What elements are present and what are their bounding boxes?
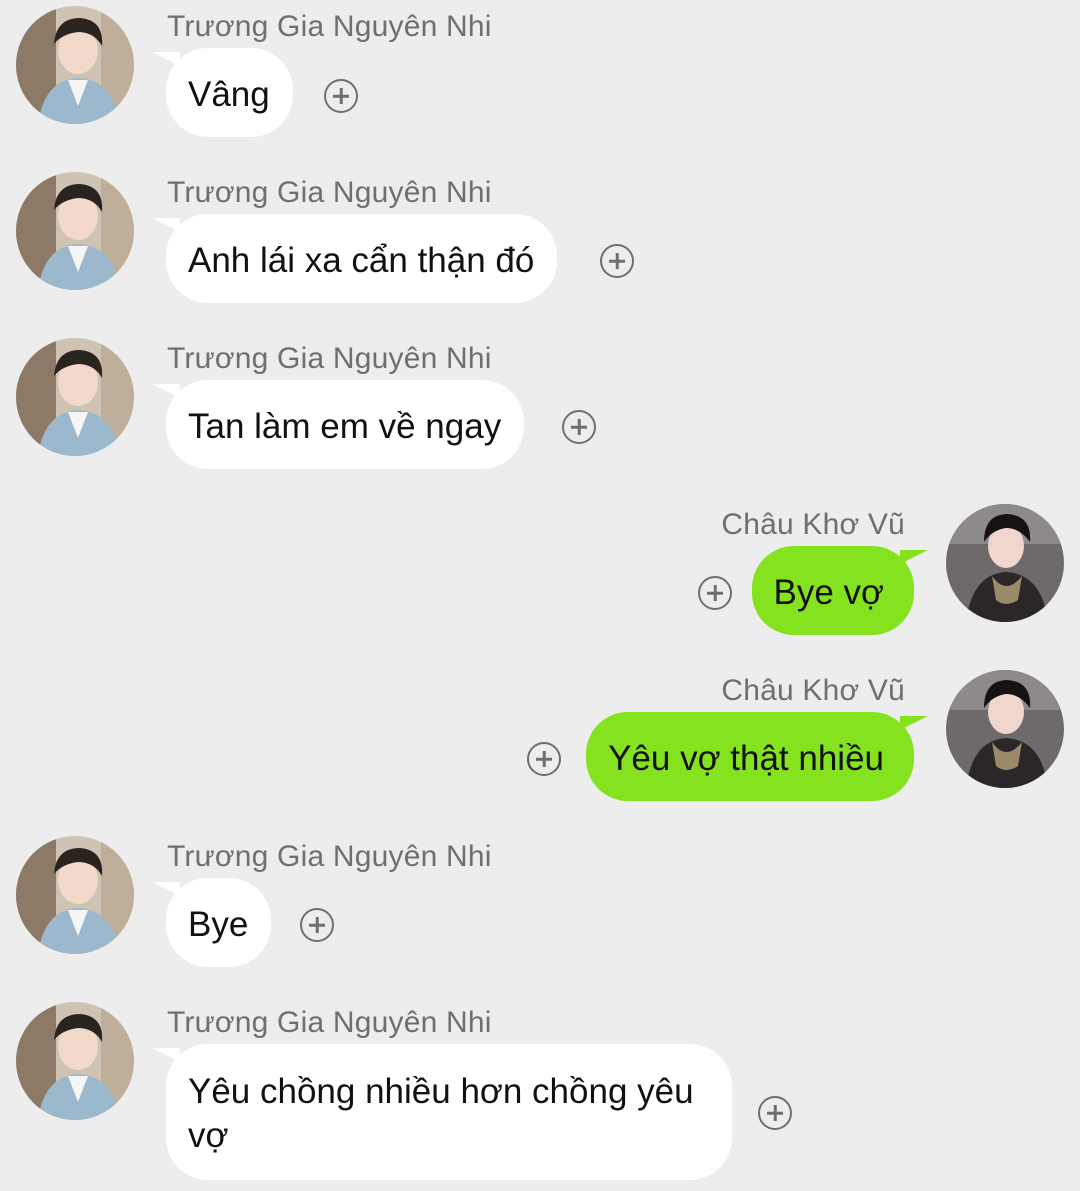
avatar[interactable] <box>16 172 134 290</box>
message-text: Anh lái xa cẩn thận đó <box>188 241 535 280</box>
message-bubble[interactable]: Bye <box>152 878 272 967</box>
sender-name: Trương Gia Nguyên Nhi <box>167 342 492 375</box>
message-row: Trương Gia Nguyên Nhi Anh lái xa cẩn thậ… <box>0 166 1080 316</box>
add-reaction-icon[interactable] <box>698 576 732 610</box>
add-reaction-icon[interactable] <box>600 244 634 278</box>
message-text: Vâng <box>188 75 270 114</box>
avatar[interactable] <box>16 836 134 954</box>
message-bubble[interactable]: Anh lái xa cẩn thận đó <box>152 214 558 303</box>
message-text: Bye vợ <box>773 573 885 612</box>
message-row: Châu Khơ Vũ Yêu vợ thật nhiều <box>0 666 1080 816</box>
sender-name: Châu Khơ Vũ <box>721 508 905 541</box>
message-bubble[interactable]: Yêu chồng nhiều hơn chồng yêu vợ <box>152 1044 732 1180</box>
sender-name: Trương Gia Nguyên Nhi <box>167 10 492 43</box>
avatar[interactable] <box>16 6 134 124</box>
message-text: Tan làm em về ngay <box>188 407 502 446</box>
sender-name: Trương Gia Nguyên Nhi <box>167 1006 492 1039</box>
avatar[interactable] <box>16 338 134 456</box>
message-row: Trương Gia Nguyên Nhi Vâng <box>0 0 1080 150</box>
message-text: Bye <box>188 905 249 944</box>
sender-name: Trương Gia Nguyên Nhi <box>167 840 492 873</box>
message-text: Yêu chồng nhiều hơn chồng yêu vợ <box>188 1072 694 1155</box>
add-reaction-icon[interactable] <box>562 410 596 444</box>
add-reaction-icon[interactable] <box>758 1096 792 1130</box>
message-bubble[interactable]: Yêu vợ thật nhiều <box>586 712 928 801</box>
add-reaction-icon[interactable] <box>300 908 334 942</box>
message-row: Trương Gia Nguyên Nhi Yêu chồng nhiều hơ… <box>0 996 1080 1186</box>
avatar[interactable] <box>16 1002 134 1120</box>
avatar[interactable] <box>946 670 1064 788</box>
add-reaction-icon[interactable] <box>324 79 358 113</box>
sender-name: Trương Gia Nguyên Nhi <box>167 176 492 209</box>
message-bubble[interactable]: Vâng <box>152 48 293 137</box>
sender-name: Châu Khơ Vũ <box>721 674 905 707</box>
message-bubble[interactable]: Tan làm em về ngay <box>152 380 525 469</box>
message-row: Châu Khơ Vũ Bye vợ <box>0 500 1080 650</box>
message-row: Trương Gia Nguyên Nhi Bye <box>0 830 1080 980</box>
message-text: Yêu vợ thật nhiều <box>608 739 884 778</box>
avatar[interactable] <box>946 504 1064 622</box>
add-reaction-icon[interactable] <box>527 742 561 776</box>
message-bubble[interactable]: Bye vợ <box>751 546 928 635</box>
message-row: Trương Gia Nguyên Nhi Tan làm em về ngay <box>0 332 1080 482</box>
